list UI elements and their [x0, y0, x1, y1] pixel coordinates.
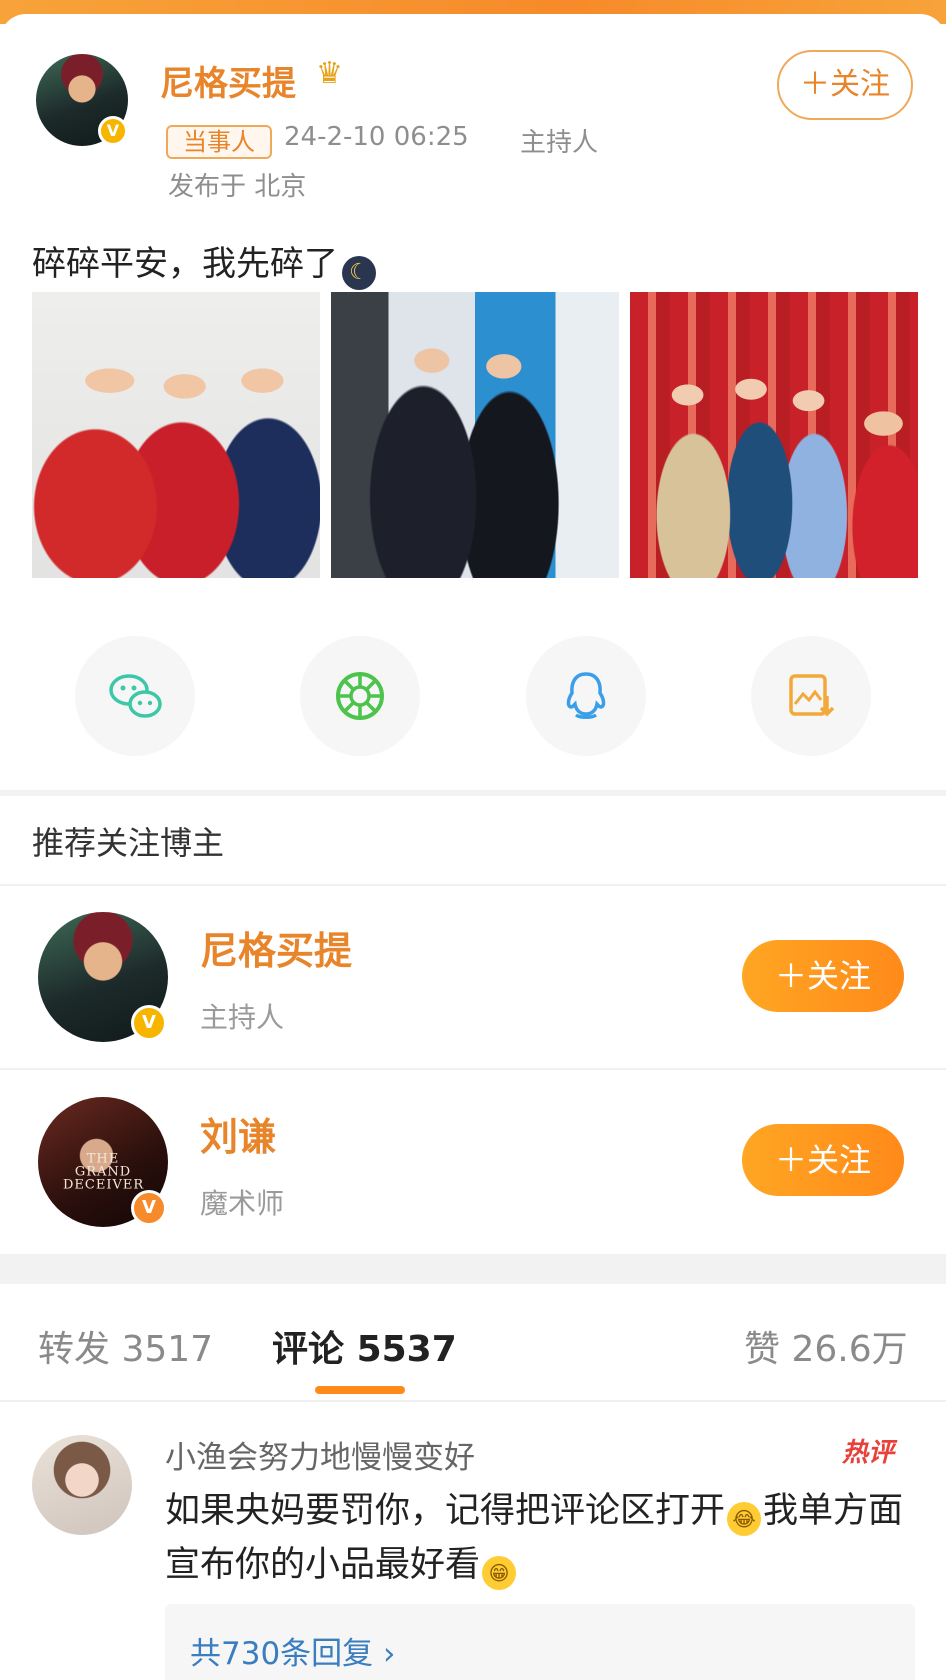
avatar-text: THE GRAND DECEIVER: [63, 1151, 145, 1193]
like-label: 赞: [744, 1329, 781, 1370]
recommend-desc: 魔术师: [200, 1187, 285, 1220]
follow-button[interactable]: ＋关注: [777, 50, 913, 120]
wechat-icon: [109, 674, 162, 718]
recommend-desc: 主持人: [200, 1001, 285, 1034]
like-count: 26.6万: [791, 1329, 908, 1370]
section-divider: [0, 1254, 946, 1284]
post-photo-2[interactable]: [331, 292, 619, 578]
divider: [0, 1068, 946, 1070]
repost-count: 3517: [121, 1329, 214, 1370]
share-moments-button[interactable]: [300, 636, 420, 756]
laugh-cry-emoji-icon: 😂: [727, 1502, 762, 1536]
tab-repost[interactable]: 转发 3517: [38, 1320, 213, 1372]
author-name[interactable]: 尼格买提: [160, 56, 296, 105]
participant-tag: 当事人: [166, 125, 272, 159]
post-text-content: 碎碎平安，我先碎了: [32, 244, 338, 284]
recommend-follow-button[interactable]: ＋关注: [742, 1124, 904, 1196]
view-replies-link[interactable]: 共730条回复 ›: [190, 1628, 395, 1673]
comment-text: 如果央妈要罚你，记得把评论区打开 😂 我单方面宣布你的小品最好看 😁: [165, 1484, 925, 1592]
repost-label: 转发: [38, 1329, 111, 1370]
post-time: 24-2-10 06:25: [284, 122, 469, 152]
tab-comment[interactable]: 评论 5537: [272, 1320, 457, 1372]
verified-badge-icon: V: [131, 1190, 167, 1226]
grin-emoji-icon: 😁: [482, 1556, 517, 1590]
post-photo-1[interactable]: [32, 292, 320, 578]
post-photo-3[interactable]: [630, 292, 918, 578]
sleepy-moon-emoji-icon: ☾: [342, 256, 376, 290]
comment-count: 5537: [356, 1329, 457, 1370]
author-role: 主持人: [520, 128, 599, 158]
tab-like[interactable]: 赞 26.6万: [744, 1320, 908, 1372]
post-location: 发布于 北京: [168, 172, 307, 202]
save-image-icon: [789, 674, 835, 717]
share-qq-button[interactable]: [526, 636, 646, 756]
verified-badge-icon: V: [98, 116, 128, 146]
share-wechat-button[interactable]: [75, 636, 195, 756]
commenter-avatar[interactable]: [32, 1435, 132, 1535]
post-text: 碎碎平安，我先碎了 ☾: [32, 236, 376, 290]
divider: [0, 1400, 946, 1402]
comment-text-part1: 如果央妈要罚你，记得把评论区打开: [165, 1491, 726, 1531]
moments-icon: [336, 672, 384, 720]
qq-icon: [566, 672, 606, 719]
recommend-follow-button[interactable]: ＋关注: [742, 940, 904, 1012]
commenter-name[interactable]: 小渔会努力地慢慢变好: [165, 1432, 475, 1477]
recommend-name[interactable]: 刘谦: [200, 1106, 276, 1161]
crown-icon: ♛: [316, 56, 343, 91]
section-divider: [0, 790, 946, 796]
divider: [0, 884, 946, 886]
recommend-name[interactable]: 尼格买提: [200, 920, 352, 975]
active-tab-indicator: [315, 1386, 405, 1394]
verified-badge-icon: V: [131, 1005, 167, 1041]
comment-label: 评论: [272, 1329, 345, 1370]
hot-comment-badge: 热评: [842, 1438, 895, 1468]
recommend-title: 推荐关注博主: [32, 824, 225, 862]
save-image-button[interactable]: [751, 636, 871, 756]
